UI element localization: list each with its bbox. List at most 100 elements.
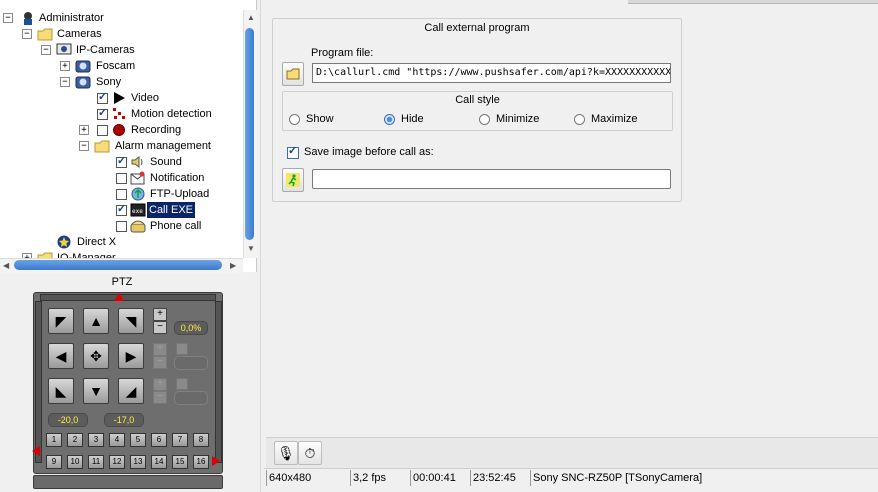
preset-button-14[interactable]: 14 [151,455,167,469]
focus-out-button[interactable]: − [153,356,167,369]
stopwatch-icon: ⏱ [304,445,316,461]
scroll-up-arrow[interactable]: ▲ [247,13,255,22]
tree-item-video[interactable]: Video [129,90,161,106]
style-hide-radio[interactable] [384,114,395,125]
tree-item-ip-cameras[interactable]: IP-Cameras [74,42,137,58]
style-maximize-radio[interactable] [574,114,585,125]
folder-icon [286,68,300,80]
iris-close-button[interactable]: − [153,391,167,404]
collapse-toggle[interactable]: − [41,45,51,55]
tree-item-sound[interactable]: Sound [148,154,184,170]
sound-checkbox[interactable] [116,154,127,168]
pan-up-left-button[interactable]: ◤ [48,308,74,334]
ptz-bottom-bar [33,475,223,489]
style-hide-label[interactable]: Hide [401,113,424,125]
scroll-down-arrow[interactable]: ▼ [247,244,255,253]
video-checkbox[interactable] [97,90,108,104]
tree-item-phone-call[interactable]: Phone call [148,218,203,234]
pan-slider-marker[interactable] [114,293,124,301]
motion-detection-checkbox[interactable] [97,106,108,120]
tree-item-ftp-upload[interactable]: FTP-Upload [148,186,211,202]
style-show-radio[interactable] [289,114,300,125]
tree-item-foscam[interactable]: Foscam [94,58,137,74]
save-image-browse-button[interactable] [282,168,304,192]
preset-button-4[interactable]: 4 [109,433,125,447]
scroll-right-arrow[interactable]: ▶ [230,261,236,270]
pan-slider[interactable] [40,294,216,301]
preset-button-16[interactable]: 16 [193,455,209,469]
preset-button-10[interactable]: 10 [67,455,83,469]
tree-item-notification[interactable]: Notification [148,170,206,186]
save-image-label[interactable]: Save image before call as: [304,146,434,158]
timer-button[interactable]: ⏱ [298,441,322,465]
notification-checkbox[interactable] [116,173,127,184]
preset-button-2[interactable]: 2 [67,433,83,447]
tree-vertical-scroll-thumb[interactable] [245,28,254,240]
scroll-left-arrow[interactable]: ◀ [3,261,9,270]
preset-button-15[interactable]: 15 [172,455,188,469]
collapse-toggle[interactable]: − [79,141,89,151]
preset-button-3[interactable]: 3 [88,433,104,447]
browse-program-button[interactable] [282,62,304,86]
pan-up-right-button[interactable]: ◥ [118,308,144,334]
tilt-slider-right[interactable] [215,301,222,463]
ftp-upload-checkbox[interactable] [116,189,127,200]
style-show-label[interactable]: Show [306,113,334,125]
preset-button-6[interactable]: 6 [151,433,167,447]
focus-in-button[interactable]: + [153,343,167,356]
preset-button-9[interactable]: 9 [46,455,62,469]
tree-item-administrator[interactable]: Administrator [37,10,106,26]
preset-button-7[interactable]: 7 [172,433,188,447]
pan-down-right-button[interactable]: ◢ [118,378,144,404]
pan-right-button[interactable]: ▶ [118,343,144,369]
tree-item-cameras[interactable]: Cameras [55,26,104,42]
collapse-toggle[interactable]: − [60,77,70,87]
preset-button-5[interactable]: 5 [130,433,146,447]
iris-auto-checkbox[interactable] [176,378,188,390]
snapshot-button[interactable]: 🎙 [274,441,298,465]
ptz-control-panel: ◤ ▲ ◥ ◀ ✥ ▶ ◣ ▼ ◢ + − 0,0% + − + − -20,0… [32,292,223,474]
pan-value: -20,0 [48,413,88,427]
phone-call-checkbox[interactable] [116,221,127,232]
tree-horizontal-scroll-thumb[interactable] [14,260,222,270]
device-tree[interactable]: − Administrator − Cameras − IP-Cameras +… [0,0,257,272]
tilt-slider-marker-right[interactable] [212,456,220,466]
zoom-in-button[interactable]: + [153,308,167,321]
expand-toggle[interactable]: + [79,125,89,135]
style-minimize-radio[interactable] [479,114,490,125]
tree-item-motion-detection[interactable]: Motion detection [129,106,214,122]
tilt-slider[interactable] [35,301,42,463]
collapse-toggle[interactable]: − [22,29,32,39]
zoom-out-button[interactable]: − [153,321,167,334]
call-external-title: Call external program [424,22,530,34]
tree-item-recording[interactable]: Recording [129,122,183,138]
tree-item-sony[interactable]: Sony [94,74,123,90]
pan-down-button[interactable]: ▼ [83,378,109,404]
recording-checkbox[interactable] [97,125,108,136]
preset-button-11[interactable]: 11 [88,455,104,469]
preset-button-12[interactable]: 12 [109,455,125,469]
pan-up-button[interactable]: ▲ [83,308,109,334]
save-image-checkbox[interactable] [287,144,299,159]
preset-button-8[interactable]: 8 [193,433,209,447]
save-image-input[interactable] [312,169,671,189]
pan-center-button[interactable]: ✥ [83,343,109,369]
collapse-toggle[interactable]: − [3,13,13,23]
tree-item-call-exe[interactable]: Call EXE [147,202,196,218]
style-minimize-label[interactable]: Minimize [496,113,539,125]
focus-auto-checkbox[interactable] [176,343,188,355]
preset-button-1[interactable]: 1 [46,433,62,447]
panel-splitter[interactable] [260,0,265,492]
tree-item-alarm-management[interactable]: Alarm management [113,138,213,154]
iris-open-button[interactable]: + [153,378,167,391]
tree-item-direct-x[interactable]: Direct X [75,234,118,250]
pan-left-button[interactable]: ◀ [48,343,74,369]
preset-button-13[interactable]: 13 [130,455,146,469]
program-file-input[interactable]: D:\callurl.cmd "https://www.pushsafer.co… [312,63,671,83]
call-exe-checkbox[interactable] [116,202,127,216]
pan-down-left-button[interactable]: ◣ [48,378,74,404]
exe-icon: exe [130,203,146,217]
expand-toggle[interactable]: + [60,61,70,71]
style-maximize-label[interactable]: Maximize [591,113,637,125]
tilt-slider-marker[interactable] [32,446,40,456]
